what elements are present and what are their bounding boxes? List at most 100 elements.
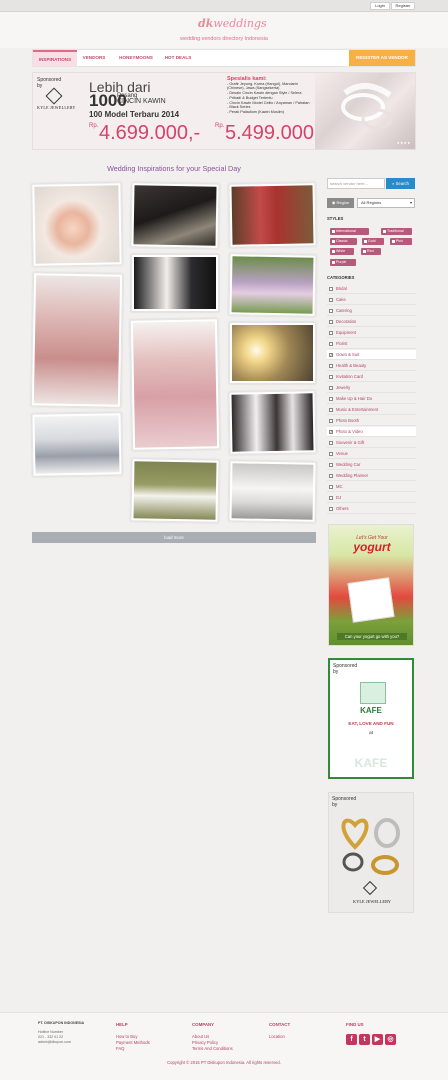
nav-inspirations[interactable]: INSPIRATIONS (33, 50, 77, 66)
category-label: Souvenir & Gift (336, 440, 365, 445)
footer-link-how-to-buy[interactable]: How to Buy (116, 1034, 137, 1039)
checkbox-icon[interactable] (329, 496, 333, 500)
checkbox-icon[interactable] (329, 452, 333, 456)
checkbox-icon[interactable] (329, 342, 333, 346)
category-item[interactable]: DJ (327, 493, 416, 503)
category-label: Florist (336, 341, 348, 346)
category-item[interactable]: ✓ Gown & Suit (327, 350, 416, 360)
category-item[interactable]: Wedding Planner (327, 471, 416, 481)
footer-link-terms[interactable]: Terms And Conditions (192, 1046, 233, 1051)
category-item[interactable]: Health & Beauty (327, 361, 416, 371)
search-icon: ⌕ (392, 181, 395, 186)
checkbox-icon[interactable] (329, 320, 333, 324)
style-tag-classic[interactable]: Classic (330, 238, 357, 245)
banner-pagination-dots[interactable]: ● ● ● ● (397, 140, 410, 145)
footer-link-about[interactable]: About Us (192, 1034, 209, 1039)
category-item[interactable]: ✓ Photo & Video (327, 427, 416, 437)
gallery-item[interactable] (229, 322, 316, 384)
style-tag-red[interactable]: Red (361, 248, 381, 255)
banner-ring-photo (315, 73, 415, 149)
checkbox-icon[interactable] (329, 375, 333, 379)
checkbox-icon[interactable] (329, 474, 333, 478)
checkbox-icon[interactable] (329, 485, 333, 489)
checkbox-icon[interactable] (329, 364, 333, 368)
checkbox-icon[interactable] (329, 331, 333, 335)
register-button[interactable]: Register (391, 2, 415, 10)
category-item[interactable]: Others (327, 504, 416, 514)
facebook-icon[interactable]: f (346, 1034, 357, 1045)
nav-honeymoons[interactable]: HONEYMOONS (113, 50, 159, 66)
style-tag-pink[interactable]: Pink (390, 238, 412, 245)
twitter-icon[interactable]: t (359, 1034, 370, 1045)
checkbox-icon[interactable] (329, 287, 333, 291)
category-item[interactable]: Photo Booth (327, 416, 416, 426)
checkbox-icon[interactable] (329, 463, 333, 467)
category-item[interactable]: Equipment (327, 328, 416, 338)
category-item[interactable]: Venue (327, 449, 416, 459)
style-tag-gold[interactable]: Gold (362, 238, 384, 245)
category-item[interactable]: Invitation Card (327, 372, 416, 382)
footer-link-faq[interactable]: FAQ (116, 1046, 124, 1051)
style-tag-purple[interactable]: Purple (330, 259, 356, 266)
checkbox-icon[interactable] (329, 309, 333, 313)
checkbox-icon[interactable]: ✓ (329, 353, 333, 357)
category-item[interactable]: Florist (327, 339, 416, 349)
checkbox-icon[interactable] (329, 386, 333, 390)
banner-price-1: 4.699.000,- (99, 122, 201, 144)
category-item[interactable]: Jewelry (327, 383, 416, 393)
category-item[interactable]: Decoration (327, 317, 416, 327)
nav-vendors[interactable]: VENDORS (79, 50, 109, 66)
instagram-icon[interactable]: ◎ (385, 1034, 396, 1045)
gallery-item[interactable] (228, 253, 317, 317)
search-input[interactable]: search vendor here... (327, 178, 385, 189)
register-vendor-button[interactable]: REGISTER AS VENDOR (349, 50, 415, 66)
gallery-item[interactable] (228, 182, 317, 248)
footer-link-privacy[interactable]: Privacy Policy (192, 1040, 218, 1045)
gallery-item[interactable] (131, 254, 219, 312)
yogurt-ad[interactable]: Let's Get Your yogurt Can your yogurt go… (328, 524, 414, 646)
footer-email[interactable]: admin@dkupon.com (38, 1040, 71, 1044)
footer-link-location[interactable]: Location (269, 1034, 285, 1039)
youtube-icon[interactable]: ▶ (372, 1034, 383, 1045)
region-select[interactable]: All Regions ▾ (357, 198, 415, 208)
kyle-jewellery-ad[interactable]: Sponsored by KYLE JEWELLERY (328, 792, 414, 913)
gallery-item[interactable] (130, 182, 220, 249)
categories-label: CATEGORIES (327, 275, 355, 280)
style-tag-white[interactable]: White (330, 248, 354, 255)
category-item[interactable]: Wedding Car (327, 460, 416, 470)
category-item[interactable]: Make Up & Hair Do (327, 394, 416, 404)
login-button[interactable]: Login (370, 2, 390, 10)
gallery-item[interactable] (130, 458, 220, 523)
gallery-item[interactable] (129, 318, 221, 451)
load-more-button[interactable]: load more (32, 532, 316, 543)
style-tag-international[interactable]: International (330, 228, 369, 235)
category-item[interactable]: Bridal (327, 284, 416, 294)
kyle-jewellery-logo-icon (45, 87, 63, 105)
checkbox-icon[interactable]: ✓ (329, 430, 333, 434)
gallery-item[interactable] (31, 412, 123, 477)
checkbox-icon[interactable] (329, 441, 333, 445)
region-button[interactable]: ◉ Region (327, 198, 354, 208)
checkbox-icon[interactable] (329, 419, 333, 423)
category-label: Wedding Planner (336, 473, 369, 478)
search-button[interactable]: ⌕ Search (386, 178, 415, 189)
checkbox-icon[interactable] (329, 408, 333, 412)
kafe-ad[interactable]: Sponsored by KAFE EAT, LOVE AND FUN at KA… (328, 658, 414, 779)
checkbox-icon[interactable] (329, 507, 333, 511)
nav-hot-deals[interactable]: HOT DEALS (161, 50, 195, 66)
checkbox-icon[interactable] (329, 397, 333, 401)
gallery-item[interactable] (30, 272, 124, 408)
category-item[interactable]: MC (327, 482, 416, 492)
category-item[interactable]: Souvenir & Gift (327, 438, 416, 448)
gallery-item[interactable] (228, 390, 317, 455)
gallery-item[interactable] (31, 182, 123, 267)
site-logo[interactable]: dkweddings (198, 17, 267, 30)
category-item[interactable]: Cake (327, 295, 416, 305)
footer-link-payment[interactable]: Payment Methods (116, 1040, 150, 1045)
style-tag-traditional[interactable]: Traditional (381, 228, 412, 235)
category-item[interactable]: Catering (327, 306, 416, 316)
promo-banner[interactable]: Sponsored by KYLE JEWELLERY Lebih dari 10… (32, 72, 416, 150)
category-item[interactable]: Music & Entertainment (327, 405, 416, 415)
gallery-item[interactable] (228, 460, 317, 523)
checkbox-icon[interactable] (329, 298, 333, 302)
